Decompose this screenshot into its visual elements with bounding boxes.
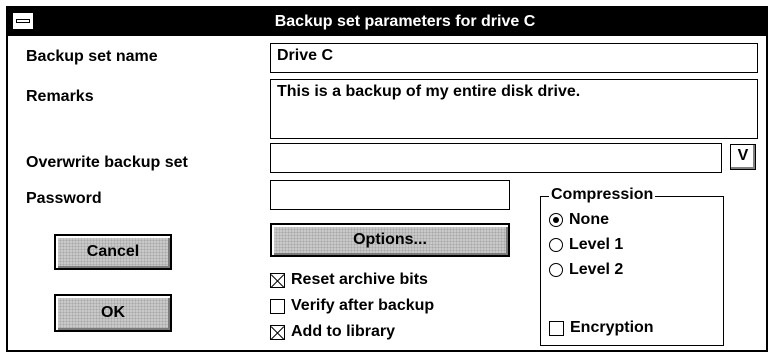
password-field[interactable]: [270, 180, 510, 210]
window-title: Backup set parameters for drive C: [274, 13, 536, 30]
compression-level-1-radio[interactable]: [549, 238, 563, 252]
verify-after-backup-checkbox[interactable]: [270, 298, 285, 314]
add-to-library-checkbox[interactable]: [270, 324, 285, 340]
encryption-option[interactable]: Encryption: [549, 317, 654, 339]
backup-set-dialog: Backup set parameters for drive C Backup…: [6, 6, 768, 352]
compression-option-level-2[interactable]: Level 2: [549, 259, 623, 281]
options-button[interactable]: Options...: [270, 223, 510, 257]
compression-group: Compression None Level 1 Level 2 Encrypt…: [540, 186, 724, 346]
title-bar[interactable]: Backup set parameters for drive C: [8, 8, 766, 36]
compression-none-radio[interactable]: [549, 213, 563, 227]
overwrite-backup-set-label: Overwrite backup set: [26, 154, 188, 171]
backup-set-name-field[interactable]: Drive C: [270, 43, 758, 73]
compression-option-none[interactable]: None: [549, 209, 609, 231]
compression-group-title: Compression: [549, 186, 656, 204]
backup-set-name-label: Backup set name: [26, 48, 158, 65]
compression-level-2-radio[interactable]: [549, 263, 563, 277]
system-menu-bar: [16, 19, 30, 23]
compression-level-2-label: Level 2: [569, 261, 624, 278]
ok-button[interactable]: OK: [54, 294, 172, 332]
password-label: Password: [26, 190, 102, 207]
compression-none-label: None: [569, 211, 609, 228]
overwrite-backup-set-field[interactable]: [270, 143, 722, 173]
encryption-label: Encryption: [570, 319, 654, 336]
verify-after-backup-label: Verify after backup: [291, 297, 435, 314]
reset-archive-bits-checkbox[interactable]: [270, 272, 285, 288]
encryption-checkbox[interactable]: [549, 320, 564, 336]
add-to-library-label: Add to library: [291, 323, 396, 340]
system-menu-icon[interactable]: [12, 12, 34, 30]
reset-archive-bits-label: Reset archive bits: [291, 271, 428, 288]
overwrite-dropdown-button[interactable]: V: [730, 144, 756, 170]
compression-option-level-1[interactable]: Level 1: [549, 234, 623, 256]
add-to-library-option[interactable]: Add to library: [270, 321, 395, 343]
reset-archive-bits-option[interactable]: Reset archive bits: [270, 269, 428, 291]
cancel-button[interactable]: Cancel: [54, 234, 172, 270]
remarks-field[interactable]: This is a backup of my entire disk drive…: [270, 79, 758, 139]
remarks-label: Remarks: [26, 88, 94, 105]
compression-level-1-label: Level 1: [569, 236, 624, 253]
verify-after-backup-option[interactable]: Verify after backup: [270, 295, 434, 317]
